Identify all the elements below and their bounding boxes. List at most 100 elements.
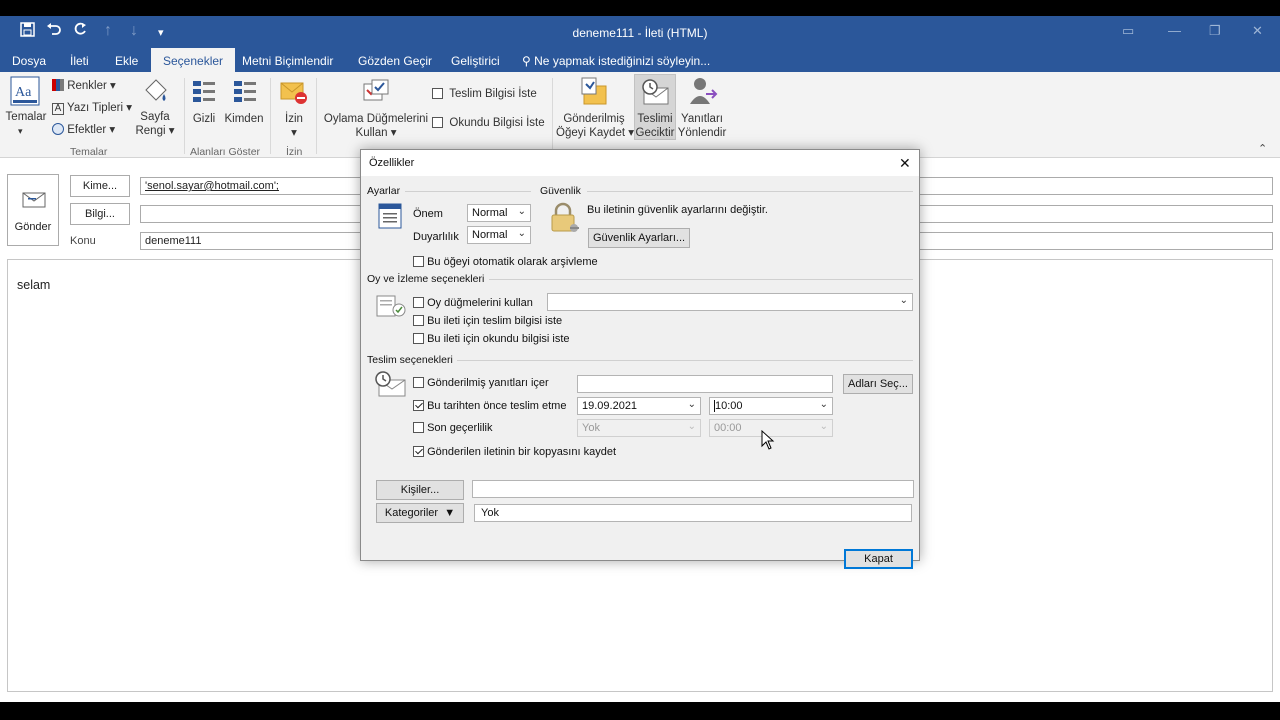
delay-delivery-icon: [640, 78, 670, 109]
message-body-text: selam: [17, 278, 51, 292]
checkbox[interactable]: [413, 333, 424, 344]
importance-select[interactable]: Normal ⌄: [467, 204, 531, 222]
deliver-after-time[interactable]: 10:00 ⌄: [709, 397, 833, 415]
voting-buttons-select[interactable]: ⌄: [547, 293, 913, 311]
colors-icon: [52, 79, 64, 91]
group-separator: [316, 78, 317, 154]
collapse-ribbon-icon[interactable]: ⌃: [1258, 142, 1267, 155]
svg-text:Aa: Aa: [15, 85, 32, 100]
to-recipient[interactable]: 'senol.sayar@hotmail.com';: [145, 180, 279, 192]
permission-icon: [280, 78, 308, 109]
window-title: deneme111 - İleti (HTML): [572, 26, 708, 40]
save-copy-of-sent-message[interactable]: Gönderilen iletinin bir kopyasını kaydet: [413, 446, 616, 458]
request-delivery-receipt[interactable]: Teslim Bilgisi İste: [432, 88, 537, 100]
voting-icon: [375, 290, 407, 323]
checkbox[interactable]: [432, 88, 443, 99]
have-replies-sent-to[interactable]: Gönderilmiş yanıtları içer: [413, 377, 549, 389]
fonts-button[interactable]: A Yazı Tipleri ▾: [52, 100, 132, 115]
tab-metni-bicimlendir[interactable]: Metni Biçimlendir: [242, 54, 333, 68]
tab-dosya[interactable]: Dosya: [12, 54, 46, 68]
minimize-icon[interactable]: —: [1168, 23, 1181, 38]
mouse-cursor-icon: [761, 429, 775, 453]
section-voting-tracking: Oy ve İzleme seçenekleri: [367, 273, 485, 285]
do-not-autoarchive[interactable]: Bu öğeyi otomatik olarak arşivleme: [413, 256, 598, 268]
from-icon: [232, 78, 258, 107]
settings-icon: [377, 202, 403, 233]
tab-ileti[interactable]: İleti: [70, 54, 89, 68]
deliver-after-date[interactable]: 19.09.2021 ⌄: [577, 397, 701, 415]
chevron-down-icon: ▾: [18, 126, 23, 136]
checkbox-checked[interactable]: [413, 446, 424, 457]
request-read-receipt[interactable]: Okundu Bilgisi İste: [432, 117, 545, 129]
page-color-icon: [140, 76, 170, 109]
contacts-input[interactable]: [472, 480, 914, 498]
tell-me-box[interactable]: ⚲ Ne yapmak istediğinizi söyleyin...: [522, 54, 710, 68]
bcc-button[interactable]: Gizli: [188, 112, 220, 126]
select-names-button[interactable]: Adları Seç...: [843, 374, 913, 394]
chevron-down-icon: ⌄: [517, 228, 526, 239]
checkbox[interactable]: [413, 315, 424, 326]
ribbon-display-icon[interactable]: ▭: [1122, 23, 1134, 39]
lightbulb-icon: ⚲: [522, 54, 531, 68]
divider: [587, 191, 913, 192]
from-button[interactable]: Kimden: [222, 112, 266, 126]
contacts-button[interactable]: Kişiler...: [376, 480, 464, 500]
chevron-down-icon: ⌄: [819, 421, 828, 432]
direct-replies-button[interactable]: Yanıtları Yönlendir: [676, 112, 728, 140]
send-icon: [22, 191, 46, 212]
sensitivity-select[interactable]: Normal ⌄: [467, 226, 531, 244]
chevron-down-icon: ⌄: [899, 295, 908, 306]
request-read-receipt-option[interactable]: Bu ileti için okundu bilgisi iste: [413, 333, 570, 345]
tab-gelistirici[interactable]: Geliştirici: [451, 54, 500, 68]
group-separator: [270, 78, 271, 154]
checkbox[interactable]: [413, 422, 424, 433]
do-not-deliver-before[interactable]: Bu tarihten önce teslim etme: [413, 400, 566, 412]
categories-button[interactable]: Kategoriler ▼: [376, 503, 464, 523]
section-delivery-options: Teslim seçenekleri: [367, 354, 453, 366]
group-label-izin: İzin: [286, 146, 303, 158]
security-text: Bu iletinin güvenlik ayarlarını değiştir…: [587, 204, 768, 216]
save-sent-item-button[interactable]: Gönderilmiş Öğeyi Kaydet ▾: [556, 112, 634, 140]
themes-icon: Aa: [10, 76, 40, 109]
categories-input[interactable]: Yok: [474, 504, 912, 522]
page-color-button[interactable]: Sayfa Rengi ▾: [130, 110, 180, 138]
expires-date: Yok ⌄: [577, 419, 701, 437]
request-delivery-receipt-option[interactable]: Bu ileti için teslim bilgisi iste: [413, 315, 562, 327]
delay-delivery-button[interactable]: Teslimi Geciktir: [634, 112, 676, 140]
importance-label: Önem: [413, 208, 443, 220]
expires-after[interactable]: Son geçerlilik: [413, 422, 492, 434]
close-icon[interactable]: ✕: [899, 155, 911, 172]
direct-replies-icon: [690, 76, 718, 109]
replies-to-input[interactable]: [577, 375, 833, 393]
dialog-title-bar: Özellikler ✕: [361, 150, 919, 176]
close-icon[interactable]: ✕: [1252, 23, 1263, 39]
section-guvenlik: Güvenlik: [540, 185, 581, 197]
close-dialog-button[interactable]: Kapat: [844, 549, 913, 569]
send-button[interactable]: Gönder: [7, 174, 59, 246]
restore-icon[interactable]: ❐: [1209, 23, 1221, 39]
colors-button[interactable]: Renkler ▾: [52, 78, 116, 92]
checkbox[interactable]: [432, 117, 443, 128]
use-voting-buttons[interactable]: Oy düğmelerini kullan: [413, 297, 533, 309]
group-label-temalar: Temalar: [70, 146, 108, 158]
group-separator: [552, 78, 553, 154]
effects-button[interactable]: Efektler ▾: [52, 122, 115, 136]
themes-button[interactable]: Temalar: [4, 110, 48, 124]
checkbox[interactable]: [413, 377, 424, 388]
properties-dialog: Özellikler ✕ Ayarlar Önem Normal ⌄ Duyarl…: [360, 149, 920, 569]
cc-button[interactable]: Bilgi...: [70, 203, 130, 225]
checkbox[interactable]: [413, 297, 424, 308]
delivery-options-icon: [373, 370, 407, 403]
title-bar: ↑ ↓ ▾ deneme111 - İleti (HTML) ▭ — ❐ ✕: [0, 16, 1280, 48]
voting-buttons-button[interactable]: Oylama Düğmelerini Kullan ▾: [322, 112, 430, 140]
tab-secenekler[interactable]: Seçenekler: [151, 48, 236, 72]
chevron-down-icon: ⌄: [819, 399, 828, 410]
permission-button[interactable]: İzin ▾: [278, 112, 310, 140]
checkbox-checked[interactable]: [413, 400, 424, 411]
voting-buttons-icon: [362, 78, 390, 109]
to-button[interactable]: Kime...: [70, 175, 130, 197]
checkbox[interactable]: [413, 256, 424, 267]
tab-gozden-gecir[interactable]: Gözden Geçir: [358, 54, 432, 68]
tab-ekle[interactable]: Ekle: [115, 54, 138, 68]
security-settings-button[interactable]: Güvenlik Ayarları...: [588, 228, 690, 248]
